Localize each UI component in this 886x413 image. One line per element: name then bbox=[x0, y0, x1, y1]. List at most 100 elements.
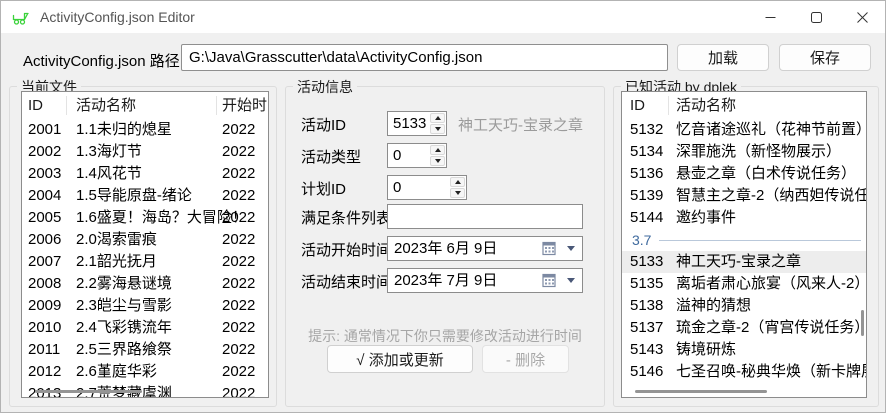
table-row[interactable]: 5146 七圣召唤-秘典华焕（新卡牌展示） bbox=[622, 361, 866, 383]
table-row[interactable]: 5137琉金之章-2（宵宫传说任务） bbox=[622, 317, 866, 339]
table-row[interactable]: 20031.4风花节2022 bbox=[22, 163, 268, 185]
close-button[interactable] bbox=[839, 1, 885, 33]
version-separator: 3.7 bbox=[622, 229, 866, 251]
table-cell: 2022 bbox=[222, 251, 255, 273]
vertical-scrollbar-thumb[interactable] bbox=[861, 310, 864, 336]
table-header: ID 活动名称 开始时间 bbox=[22, 92, 268, 119]
dropdown-caret-icon[interactable] bbox=[567, 278, 575, 283]
spinner-up-button[interactable] bbox=[430, 113, 445, 123]
table-row[interactable]: 20021.3海灯节2022 bbox=[22, 141, 268, 163]
spinner-up-button[interactable] bbox=[450, 177, 465, 187]
path-label: ActivityConfig.json 路径: bbox=[23, 50, 184, 71]
table-cell: 5138 bbox=[630, 295, 663, 317]
schedule-id-row: 计划ID 0 bbox=[286, 175, 604, 200]
table-row[interactable]: 5134深罪施洗（新怪物展示） bbox=[622, 141, 866, 163]
table-row[interactable]: 5135离垢者肃心旅宴（风来人-2） bbox=[622, 273, 866, 295]
table-cell: 神工天巧-宝录之章 bbox=[676, 251, 801, 273]
spinner-down-button[interactable] bbox=[430, 124, 445, 134]
maximize-button[interactable] bbox=[793, 1, 839, 33]
activity-id-value: 5133 bbox=[393, 112, 426, 135]
column-header-start[interactable]: 开始时间 bbox=[222, 92, 269, 119]
table-cell: 琉金之章-2（宵宫传说任务） bbox=[676, 317, 867, 339]
column-header-name[interactable]: 活动名称 bbox=[676, 92, 736, 119]
spinner-up-button[interactable] bbox=[430, 145, 445, 155]
table-cell: 5136 bbox=[630, 163, 663, 185]
table-cell: 2012 bbox=[28, 361, 61, 383]
arrow-up-icon bbox=[435, 116, 441, 120]
column-header-name[interactable]: 活动名称 bbox=[76, 92, 136, 119]
table-cell: 七圣召唤-秘典华焕（新卡牌展示） bbox=[676, 361, 867, 383]
table-cell: 2011 bbox=[28, 339, 60, 361]
table-row[interactable]: 20112.5三界路飨祭2022 bbox=[22, 339, 268, 361]
table-cell: 2022 bbox=[222, 163, 255, 185]
dropdown-caret-icon[interactable] bbox=[567, 246, 575, 251]
delete-button[interactable]: - 删除 bbox=[482, 345, 569, 373]
window-controls bbox=[747, 1, 885, 33]
table-cell: 5146 bbox=[630, 361, 663, 383]
end-date-label: 活动结束时间 bbox=[301, 271, 391, 292]
table-row[interactable]: 5144邀约事件 bbox=[622, 207, 866, 229]
table-cell: 溢神的猜想 bbox=[676, 295, 751, 317]
save-button[interactable]: 保存 bbox=[779, 44, 871, 71]
table-cell: 2002 bbox=[28, 141, 61, 163]
table-row[interactable]: 20051.6盛夏！海岛？大冒险！2022 bbox=[22, 207, 268, 229]
table-row[interactable]: 20092.3皑尘与雪影2022 bbox=[22, 295, 268, 317]
table-row[interactable]: 20082.2雾海悬谜境2022 bbox=[22, 273, 268, 295]
horizontal-scrollbar-thumb[interactable] bbox=[35, 390, 142, 393]
grasscutter-app-icon bbox=[11, 9, 31, 26]
spinner-down-button[interactable] bbox=[430, 156, 445, 166]
table-body: 20011.1未归的熄星202220021.3海灯节202220031.4风花节… bbox=[22, 119, 268, 398]
hint-text: 提示: 通常情况下你只需要修改活动进行时间 bbox=[286, 326, 604, 346]
start-date-picker[interactable]: 2023年 6月 9日 bbox=[387, 236, 583, 261]
load-button[interactable]: 加载 bbox=[677, 44, 769, 71]
add-or-update-button[interactable]: √ 添加或更新 bbox=[327, 345, 473, 373]
schedule-id-label: 计划ID bbox=[301, 178, 346, 199]
table-row[interactable]: 5132忆音诸途巡礼（花神节前置） bbox=[622, 119, 866, 141]
table-cell: 忆音诸途巡礼（花神节前置） bbox=[676, 119, 867, 141]
minimize-button[interactable] bbox=[747, 1, 793, 33]
table-cell: 2022 bbox=[222, 141, 255, 163]
table-row[interactable]: 20041.5导能原盘-绪论2022 bbox=[22, 185, 268, 207]
activity-id-spinner[interactable]: 5133 bbox=[387, 111, 447, 136]
activity-name-note: 神工天巧-宝录之章 bbox=[458, 114, 583, 135]
table-cell: 2009 bbox=[28, 295, 61, 317]
schedule-id-spinner[interactable]: 0 bbox=[387, 175, 467, 200]
table-row[interactable]: 20011.1未归的熄星2022 bbox=[22, 119, 268, 141]
end-date-picker[interactable]: 2023年 7月 9日 bbox=[387, 268, 583, 293]
table-cell: 2005 bbox=[28, 207, 61, 229]
table-cell: 2022 bbox=[222, 273, 255, 295]
column-divider[interactable] bbox=[668, 96, 669, 115]
table-cell: 离垢者肃心旅宴（风来人-2） bbox=[676, 273, 867, 295]
table-row[interactable]: 5133神工天巧-宝录之章 bbox=[622, 251, 866, 273]
table-row[interactable]: 20072.1韶光抚月2022 bbox=[22, 251, 268, 273]
table-cell: 2001 bbox=[28, 119, 61, 141]
column-divider[interactable] bbox=[66, 96, 67, 115]
table-cell: 2022 bbox=[222, 339, 255, 361]
arrow-up-icon bbox=[435, 148, 441, 152]
spinner-down-button[interactable] bbox=[450, 188, 465, 198]
table-row[interactable]: 5139智慧主之章-2（纳西妲传说任务） bbox=[622, 185, 866, 207]
table-cell: 邀约事件 bbox=[676, 207, 736, 229]
table-cell: 2.0渴索雷痕 bbox=[76, 229, 157, 251]
table-row[interactable]: 20102.4飞彩镌流年2022 bbox=[22, 317, 268, 339]
table-row[interactable]: 20122.6堇庭华彩2022 bbox=[22, 361, 268, 383]
path-input[interactable] bbox=[181, 44, 668, 71]
start-date-label: 活动开始时间 bbox=[301, 239, 391, 260]
table-cell: 2007 bbox=[28, 251, 61, 273]
table-row[interactable]: 5136悬壶之章（白术传说任务） bbox=[622, 163, 866, 185]
column-divider[interactable] bbox=[216, 96, 217, 115]
activity-type-row: 活动类型 0 bbox=[286, 143, 604, 168]
activity-type-spinner[interactable]: 0 bbox=[387, 143, 447, 168]
spinner-buttons bbox=[430, 145, 445, 166]
table-cell: 1.1未归的熄星 bbox=[76, 119, 172, 141]
condition-list-input[interactable] bbox=[387, 204, 583, 229]
table-row[interactable]: 5138 溢神的猜想 bbox=[622, 295, 866, 317]
table-cell: 2022 bbox=[222, 317, 255, 339]
table-row[interactable]: 5143铸境研炼 bbox=[622, 339, 866, 361]
activity-info-group-title: 活动信息 bbox=[293, 77, 357, 97]
column-header-id[interactable]: ID bbox=[630, 92, 645, 119]
column-header-id[interactable]: ID bbox=[28, 92, 43, 119]
end-date-row: 活动结束时间 2023年 7月 9日 bbox=[286, 268, 604, 293]
table-row[interactable]: 20062.0渴索雷痕2022 bbox=[22, 229, 268, 251]
horizontal-scrollbar-thumb[interactable] bbox=[635, 390, 767, 393]
